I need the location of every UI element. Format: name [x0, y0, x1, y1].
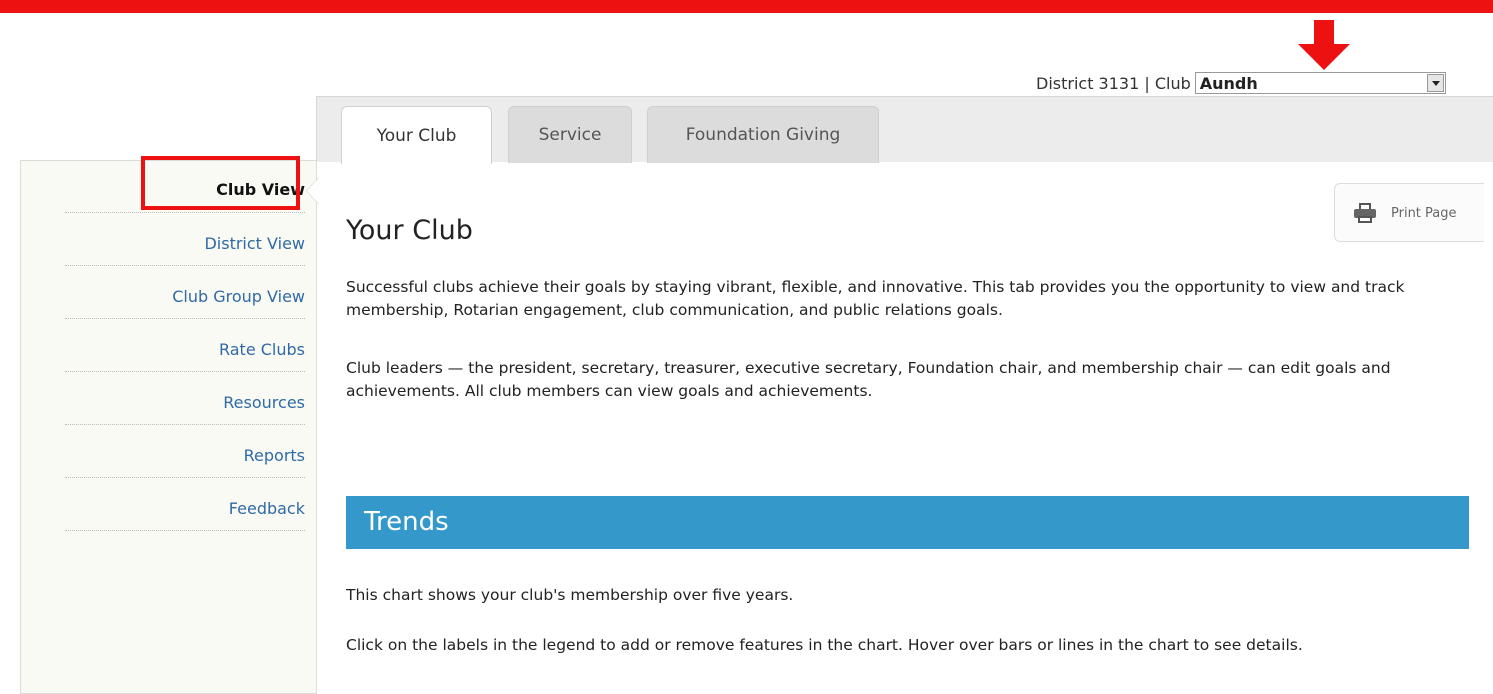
intro-paragraph-1: Successful clubs achieve their goals by …	[346, 278, 1405, 319]
print-page-label: Print Page	[1391, 206, 1457, 221]
trends-hint: Click on the labels in the legend to add…	[346, 636, 1303, 654]
sidebar: Club View District View Club Group View …	[20, 160, 317, 694]
trends-title: Trends	[364, 507, 449, 537]
district-club-selector: District 3131 | Club Aundh	[1036, 71, 1446, 95]
content-divider	[316, 160, 317, 694]
sidebar-item-feedback[interactable]: Feedback	[65, 479, 305, 531]
annotation-top-bar	[0, 0, 1493, 13]
printer-icon	[1354, 203, 1376, 223]
club-select-value: Aundh	[1199, 74, 1258, 93]
trends-section-header: Trends	[346, 496, 1469, 549]
print-page-button[interactable]: Print Page	[1334, 183, 1484, 242]
tab-your-club[interactable]: Your Club	[341, 106, 492, 164]
sidebar-item-resources[interactable]: Resources	[65, 373, 305, 425]
tab-strip: Your Club Service Foundation Giving	[316, 96, 1493, 164]
tab-service[interactable]: Service	[508, 106, 632, 163]
sidebar-item-reports[interactable]: Reports	[65, 426, 305, 478]
trends-description: This chart shows your club's membership …	[346, 586, 794, 604]
intro-paragraph-2: Club leaders — the president, secretary,…	[346, 359, 1391, 400]
club-select[interactable]: Aundh	[1194, 72, 1446, 94]
tab-foundation-giving[interactable]: Foundation Giving	[647, 106, 879, 163]
sidebar-item-district-view[interactable]: District View	[65, 214, 305, 266]
sidebar-item-rate-clubs[interactable]: Rate Clubs	[65, 320, 305, 372]
active-item-pointer-fill	[307, 178, 319, 204]
annotation-arrow-down-icon	[1298, 20, 1350, 70]
district-label: District 3131 | Club	[1036, 73, 1191, 93]
sidebar-item-club-group-view[interactable]: Club Group View	[65, 267, 305, 319]
page-title: Your Club	[346, 215, 473, 246]
annotation-highlight-box	[141, 156, 300, 210]
chevron-down-icon[interactable]	[1426, 74, 1444, 92]
